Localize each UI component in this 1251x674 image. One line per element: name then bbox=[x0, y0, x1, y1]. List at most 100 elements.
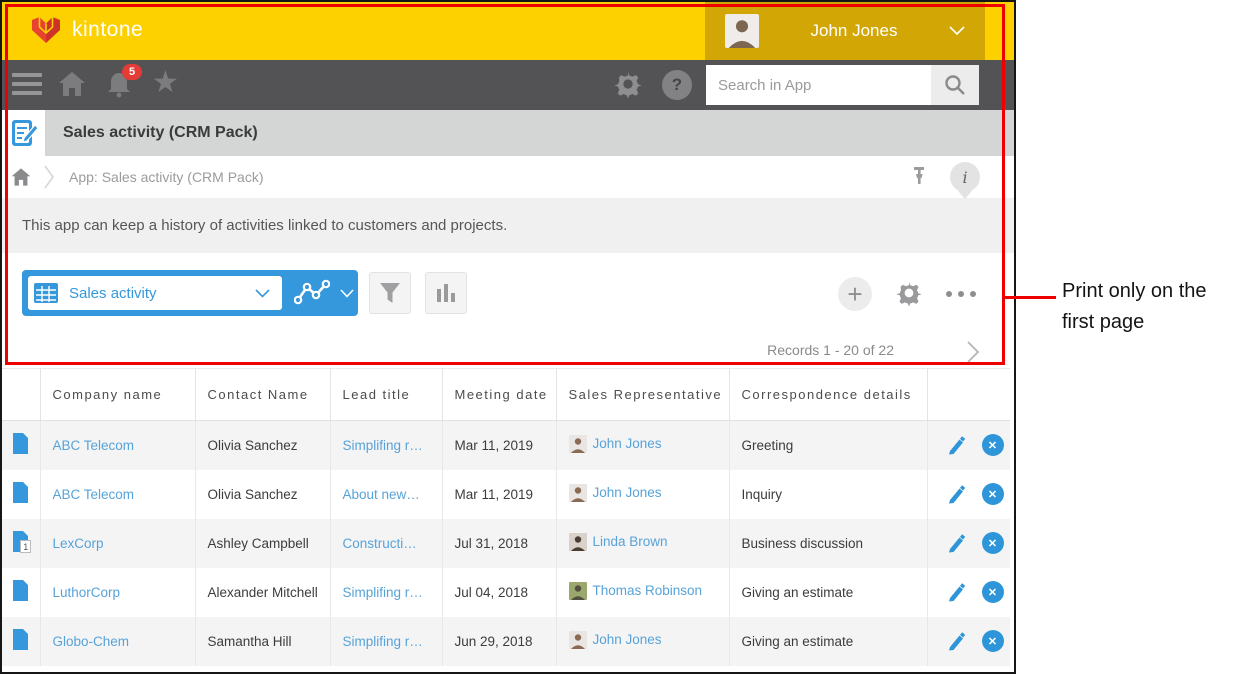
company-name-link[interactable]: ABC Telecom bbox=[53, 438, 135, 453]
record-detail-icon[interactable] bbox=[12, 482, 29, 503]
rep-avatar bbox=[569, 631, 587, 649]
company-name-link[interactable]: LuthorCorp bbox=[53, 585, 121, 600]
sales-rep-link[interactable]: John Jones bbox=[593, 436, 662, 451]
lead-title-link[interactable]: Simplifing r… bbox=[343, 438, 423, 453]
annotation-text: Print only on the first page bbox=[1062, 276, 1207, 338]
table-row: ABC Telecom Olivia Sanchez Simplifing r…… bbox=[2, 421, 1010, 470]
breadcrumb-home-icon[interactable] bbox=[11, 167, 31, 187]
contact-name-text: Olivia Sanchez bbox=[208, 487, 298, 502]
view-settings-gear-icon[interactable] bbox=[896, 280, 922, 306]
view-toolbar: Sales activity bbox=[2, 253, 1014, 338]
record-pagination: Records 1 - 20 of 22 bbox=[2, 338, 1014, 368]
correspondence-details-text: Business discussion bbox=[742, 536, 864, 551]
menu-hamburger-button[interactable] bbox=[12, 73, 42, 95]
app-title-bar: Sales activity (CRM Pack) bbox=[2, 110, 1014, 156]
contact-name-text: Alexander Mitchell bbox=[208, 585, 318, 600]
app-info-icon[interactable]: i bbox=[950, 162, 980, 192]
brand-name: kintone bbox=[72, 18, 143, 42]
lead-title-link[interactable]: Simplifing r… bbox=[343, 585, 423, 600]
annotation-line-1: Print only on the bbox=[1062, 276, 1207, 307]
breadcrumb-app-link[interactable]: App: Sales activity (CRM Pack) bbox=[69, 169, 264, 185]
notification-count-badge: 5 bbox=[122, 64, 142, 80]
sales-rep-link[interactable]: John Jones bbox=[593, 632, 662, 647]
annotated-screenshot-canvas: kintone John Jones bbox=[0, 0, 1251, 674]
chevron-down-icon bbox=[255, 289, 270, 298]
correspondence-details-text: Greeting bbox=[742, 438, 794, 453]
next-page-chevron[interactable] bbox=[966, 340, 980, 364]
company-name-link[interactable]: Globo-Chem bbox=[53, 634, 130, 649]
breadcrumb-separator-icon bbox=[43, 164, 55, 190]
meeting-date-text: Mar 11, 2019 bbox=[455, 487, 534, 502]
sales-rep-link[interactable]: Linda Brown bbox=[593, 534, 668, 549]
view-select-dropdown[interactable]: Sales activity bbox=[28, 276, 282, 310]
edit-record-button[interactable] bbox=[946, 582, 966, 602]
record-detail-icon[interactable] bbox=[12, 433, 29, 454]
delete-record-button[interactable]: ✕ bbox=[982, 630, 1004, 652]
table-row: ABC Telecom Olivia Sanchez About new… Ma… bbox=[2, 470, 1010, 519]
edit-record-button[interactable] bbox=[946, 435, 966, 455]
delete-record-button[interactable]: ✕ bbox=[982, 532, 1004, 554]
header-sales-representative: Sales Representative bbox=[556, 369, 729, 421]
view-selector: Sales activity bbox=[22, 270, 358, 316]
records-count: Records 1 - 20 of 22 bbox=[767, 342, 894, 358]
annotation-line-2: first page bbox=[1062, 307, 1207, 338]
company-name-link[interactable]: ABC Telecom bbox=[53, 487, 135, 502]
lead-title-link[interactable]: Constructi… bbox=[343, 536, 417, 551]
table-row: LuthorCorp Alexander Mitchell Simplifing… bbox=[2, 568, 1010, 617]
settings-gear-icon[interactable] bbox=[614, 70, 642, 98]
edit-record-button[interactable] bbox=[946, 484, 966, 504]
lead-title-link[interactable]: About new… bbox=[343, 487, 420, 502]
user-avatar bbox=[725, 14, 759, 48]
favorites-star-icon[interactable]: ★ bbox=[152, 68, 179, 98]
funnel-icon bbox=[378, 281, 402, 305]
add-record-button[interactable]: + bbox=[838, 277, 872, 311]
more-options-button[interactable] bbox=[946, 291, 976, 297]
record-detail-icon[interactable] bbox=[12, 580, 29, 601]
app-icon bbox=[2, 110, 45, 156]
annotation-connector-line bbox=[1004, 296, 1056, 299]
notifications-bell-icon[interactable]: 5 bbox=[106, 70, 132, 98]
sales-rep-link[interactable]: Thomas Robinson bbox=[593, 583, 703, 598]
rep-avatar bbox=[569, 582, 587, 600]
correspondence-details-text: Inquiry bbox=[742, 487, 783, 502]
graph-button[interactable] bbox=[425, 272, 467, 314]
record-detail-icon[interactable]: 1 bbox=[12, 531, 29, 552]
help-icon[interactable]: ? bbox=[662, 70, 692, 100]
pin-icon[interactable] bbox=[910, 166, 928, 188]
company-name-link[interactable]: LexCorp bbox=[53, 536, 104, 551]
search-button[interactable] bbox=[931, 65, 979, 105]
records-table: Company name Contact Name Lead title Mee… bbox=[2, 368, 1014, 668]
lead-title-link[interactable]: Simplifing r… bbox=[343, 634, 423, 649]
search-input[interactable] bbox=[706, 65, 931, 105]
rep-avatar bbox=[569, 435, 587, 453]
delete-record-button[interactable]: ✕ bbox=[982, 483, 1004, 505]
chevron-down-icon bbox=[340, 289, 354, 298]
user-menu[interactable]: John Jones bbox=[705, 2, 985, 60]
breadcrumb: App: Sales activity (CRM Pack) i bbox=[2, 156, 1014, 198]
table-row: 1 LexCorp Ashley Campbell Constructi… Ju… bbox=[2, 519, 1010, 568]
global-nav-bar: 5 ★ ? bbox=[2, 60, 1014, 110]
table-row: Globo-Chem Samantha Hill Simplifing r… J… bbox=[2, 617, 1010, 666]
info-pointer bbox=[958, 191, 972, 199]
delete-record-button[interactable]: ✕ bbox=[982, 434, 1004, 456]
current-view-name: Sales activity bbox=[69, 285, 157, 302]
filter-button[interactable] bbox=[369, 272, 411, 314]
kintone-app-window: kintone John Jones bbox=[0, 0, 1016, 674]
kintone-logo-link[interactable]: kintone bbox=[30, 16, 143, 44]
edit-record-button[interactable] bbox=[946, 533, 966, 553]
kintone-logo-icon bbox=[30, 16, 62, 44]
sales-rep-link[interactable]: John Jones bbox=[593, 485, 662, 500]
line-chart-icon bbox=[294, 279, 330, 307]
header-icon-column bbox=[2, 369, 40, 421]
correspondence-details-text: Giving an estimate bbox=[742, 634, 854, 649]
header-lead-title: Lead title bbox=[330, 369, 442, 421]
chart-view-toggle[interactable] bbox=[294, 279, 354, 307]
record-detail-icon[interactable] bbox=[12, 629, 29, 650]
header-correspondence-details: Correspondence details bbox=[729, 369, 927, 421]
home-icon[interactable] bbox=[58, 70, 86, 98]
header-company-name: Company name bbox=[40, 369, 195, 421]
delete-record-button[interactable]: ✕ bbox=[982, 581, 1004, 603]
edit-record-button[interactable] bbox=[946, 631, 966, 651]
rep-avatar bbox=[569, 533, 587, 551]
meeting-date-text: Mar 11, 2019 bbox=[455, 438, 534, 453]
